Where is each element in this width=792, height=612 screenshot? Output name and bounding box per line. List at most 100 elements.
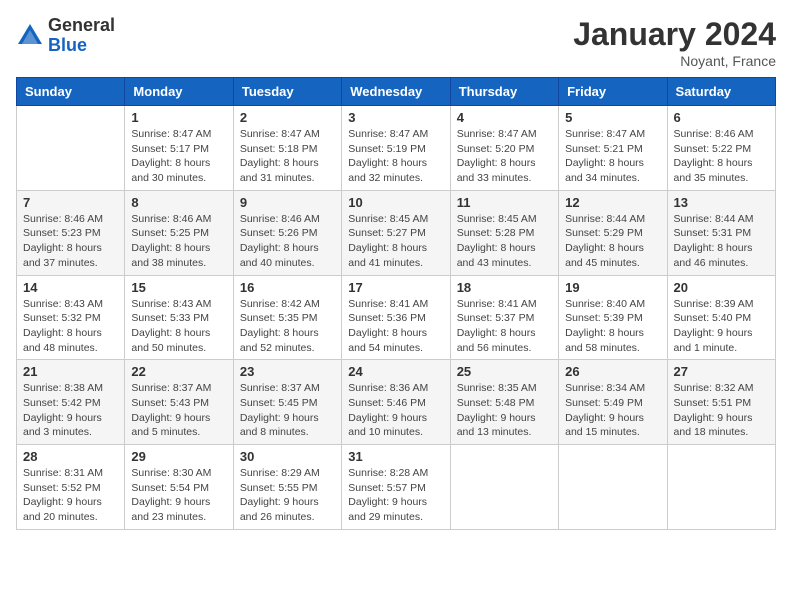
day-number: 18 [457, 280, 552, 295]
calendar-cell: 21 Sunrise: 8:38 AM Sunset: 5:42 PM Dayli… [17, 360, 125, 445]
day-number: 5 [565, 110, 660, 125]
calendar-cell: 17Sunrise: 8:41 AM Sunset: 5:36 PM Dayli… [342, 275, 450, 360]
calendar-cell: 11 Sunrise: 8:45 AM Sunset: 5:28 PM Dayli… [450, 190, 558, 275]
weekday-header-tuesday: Tuesday [233, 78, 341, 106]
day-info: Sunrise: 8:38 AM Sunset: 5:42 PM Dayligh… [23, 381, 118, 440]
calendar-cell: 23 Sunrise: 8:37 AM Sunset: 5:45 PM Dayli… [233, 360, 341, 445]
calendar-cell: 26 Sunrise: 8:34 AM Sunset: 5:49 PM Dayli… [559, 360, 667, 445]
day-number: 26 [565, 364, 660, 379]
day-info: Sunrise: 8:47 AM Sunset: 5:18 PM Dayligh… [240, 127, 335, 186]
day-number: 11 [457, 195, 552, 210]
day-number: 25 [457, 364, 552, 379]
calendar-cell: 18 Sunrise: 8:41 AM Sunset: 5:37 PM Dayli… [450, 275, 558, 360]
calendar-cell: 2 Sunrise: 8:47 AM Sunset: 5:18 PM Daylig… [233, 106, 341, 191]
day-number: 8 [131, 195, 226, 210]
day-info: Sunrise: 8:40 AM Sunset: 5:39 PM Dayligh… [565, 297, 660, 356]
day-info: Sunrise: 8:41 AM Sunset: 5:37 PM Dayligh… [457, 297, 552, 356]
calendar-cell: 13 Sunrise: 8:44 AM Sunset: 5:31 PM Dayli… [667, 190, 775, 275]
calendar-cell: 8 Sunrise: 8:46 AM Sunset: 5:25 PM Daylig… [125, 190, 233, 275]
page-header: General Blue January 2024 Noyant, France [16, 16, 776, 69]
weekday-header-thursday: Thursday [450, 78, 558, 106]
day-info: Sunrise: 8:37 AM Sunset: 5:43 PM Dayligh… [131, 381, 226, 440]
month-title: January 2024 [573, 16, 776, 53]
day-number: 21 [23, 364, 118, 379]
day-info: Sunrise: 8:46 AM Sunset: 5:25 PM Dayligh… [131, 212, 226, 271]
weekday-header-friday: Friday [559, 78, 667, 106]
day-info: Sunrise: 8:45 AM Sunset: 5:28 PM Dayligh… [457, 212, 552, 271]
day-number: 23 [240, 364, 335, 379]
calendar-cell: 20 Sunrise: 8:39 AM Sunset: 5:40 PM Dayli… [667, 275, 775, 360]
calendar-cell: 14 Sunrise: 8:43 AM Sunset: 5:32 PM Dayli… [17, 275, 125, 360]
logo-icon [16, 22, 44, 50]
day-number: 10 [348, 195, 443, 210]
calendar-cell: 27 Sunrise: 8:32 AM Sunset: 5:51 PM Dayli… [667, 360, 775, 445]
logo-blue: Blue [48, 35, 87, 55]
calendar-cell: 31Sunrise: 8:28 AM Sunset: 5:57 PM Dayli… [342, 445, 450, 530]
calendar-week-4: 28Sunrise: 8:31 AM Sunset: 5:52 PM Dayli… [17, 445, 776, 530]
day-info: Sunrise: 8:43 AM Sunset: 5:32 PM Dayligh… [23, 297, 118, 356]
calendar-cell: 9Sunrise: 8:46 AM Sunset: 5:26 PM Daylig… [233, 190, 341, 275]
day-number: 29 [131, 449, 226, 464]
day-info: Sunrise: 8:37 AM Sunset: 5:45 PM Dayligh… [240, 381, 335, 440]
day-info: Sunrise: 8:34 AM Sunset: 5:49 PM Dayligh… [565, 381, 660, 440]
calendar-cell: 29Sunrise: 8:30 AM Sunset: 5:54 PM Dayli… [125, 445, 233, 530]
calendar-cell: 22 Sunrise: 8:37 AM Sunset: 5:43 PM Dayli… [125, 360, 233, 445]
day-number: 17 [348, 280, 443, 295]
calendar-cell: 10Sunrise: 8:45 AM Sunset: 5:27 PM Dayli… [342, 190, 450, 275]
title-block: January 2024 Noyant, France [573, 16, 776, 69]
day-number: 20 [674, 280, 769, 295]
day-info: Sunrise: 8:32 AM Sunset: 5:51 PM Dayligh… [674, 381, 769, 440]
day-number: 27 [674, 364, 769, 379]
day-number: 13 [674, 195, 769, 210]
day-info: Sunrise: 8:46 AM Sunset: 5:23 PM Dayligh… [23, 212, 118, 271]
day-info: Sunrise: 8:46 AM Sunset: 5:22 PM Dayligh… [674, 127, 769, 186]
day-number: 15 [131, 280, 226, 295]
day-info: Sunrise: 8:39 AM Sunset: 5:40 PM Dayligh… [674, 297, 769, 356]
calendar-cell: 5 Sunrise: 8:47 AM Sunset: 5:21 PM Daylig… [559, 106, 667, 191]
day-info: Sunrise: 8:44 AM Sunset: 5:29 PM Dayligh… [565, 212, 660, 271]
calendar-cell: 19 Sunrise: 8:40 AM Sunset: 5:39 PM Dayli… [559, 275, 667, 360]
day-number: 6 [674, 110, 769, 125]
day-info: Sunrise: 8:35 AM Sunset: 5:48 PM Dayligh… [457, 381, 552, 440]
calendar-week-3: 21 Sunrise: 8:38 AM Sunset: 5:42 PM Dayli… [17, 360, 776, 445]
day-number: 12 [565, 195, 660, 210]
calendar-cell: 6 Sunrise: 8:46 AM Sunset: 5:22 PM Daylig… [667, 106, 775, 191]
day-number: 22 [131, 364, 226, 379]
calendar-cell [559, 445, 667, 530]
day-info: Sunrise: 8:47 AM Sunset: 5:21 PM Dayligh… [565, 127, 660, 186]
calendar-cell: 15 Sunrise: 8:43 AM Sunset: 5:33 PM Dayli… [125, 275, 233, 360]
day-info: Sunrise: 8:47 AM Sunset: 5:17 PM Dayligh… [131, 127, 226, 186]
calendar-cell [667, 445, 775, 530]
day-number: 4 [457, 110, 552, 125]
logo: General Blue [16, 16, 115, 56]
calendar-cell [450, 445, 558, 530]
weekday-header-wednesday: Wednesday [342, 78, 450, 106]
logo-general: General [48, 15, 115, 35]
calendar-table: SundayMondayTuesdayWednesdayThursdayFrid… [16, 77, 776, 530]
calendar-cell: 25 Sunrise: 8:35 AM Sunset: 5:48 PM Dayli… [450, 360, 558, 445]
day-number: 2 [240, 110, 335, 125]
day-number: 19 [565, 280, 660, 295]
day-info: Sunrise: 8:47 AM Sunset: 5:20 PM Dayligh… [457, 127, 552, 186]
weekday-header-monday: Monday [125, 78, 233, 106]
weekday-header-sunday: Sunday [17, 78, 125, 106]
calendar-cell [17, 106, 125, 191]
day-info: Sunrise: 8:47 AM Sunset: 5:19 PM Dayligh… [348, 127, 443, 186]
calendar-cell: 30 Sunrise: 8:29 AM Sunset: 5:55 PM Dayli… [233, 445, 341, 530]
calendar-cell: 7 Sunrise: 8:46 AM Sunset: 5:23 PM Daylig… [17, 190, 125, 275]
location-subtitle: Noyant, France [573, 53, 776, 69]
calendar-cell: 3 Sunrise: 8:47 AM Sunset: 5:19 PM Daylig… [342, 106, 450, 191]
day-info: Sunrise: 8:29 AM Sunset: 5:55 PM Dayligh… [240, 466, 335, 525]
day-number: 31 [348, 449, 443, 464]
day-info: Sunrise: 8:43 AM Sunset: 5:33 PM Dayligh… [131, 297, 226, 356]
day-number: 30 [240, 449, 335, 464]
day-number: 14 [23, 280, 118, 295]
day-number: 3 [348, 110, 443, 125]
day-info: Sunrise: 8:44 AM Sunset: 5:31 PM Dayligh… [674, 212, 769, 271]
calendar-week-1: 7 Sunrise: 8:46 AM Sunset: 5:23 PM Daylig… [17, 190, 776, 275]
calendar-cell: 28Sunrise: 8:31 AM Sunset: 5:52 PM Dayli… [17, 445, 125, 530]
calendar-cell: 1Sunrise: 8:47 AM Sunset: 5:17 PM Daylig… [125, 106, 233, 191]
day-number: 7 [23, 195, 118, 210]
day-info: Sunrise: 8:36 AM Sunset: 5:46 PM Dayligh… [348, 381, 443, 440]
day-number: 28 [23, 449, 118, 464]
